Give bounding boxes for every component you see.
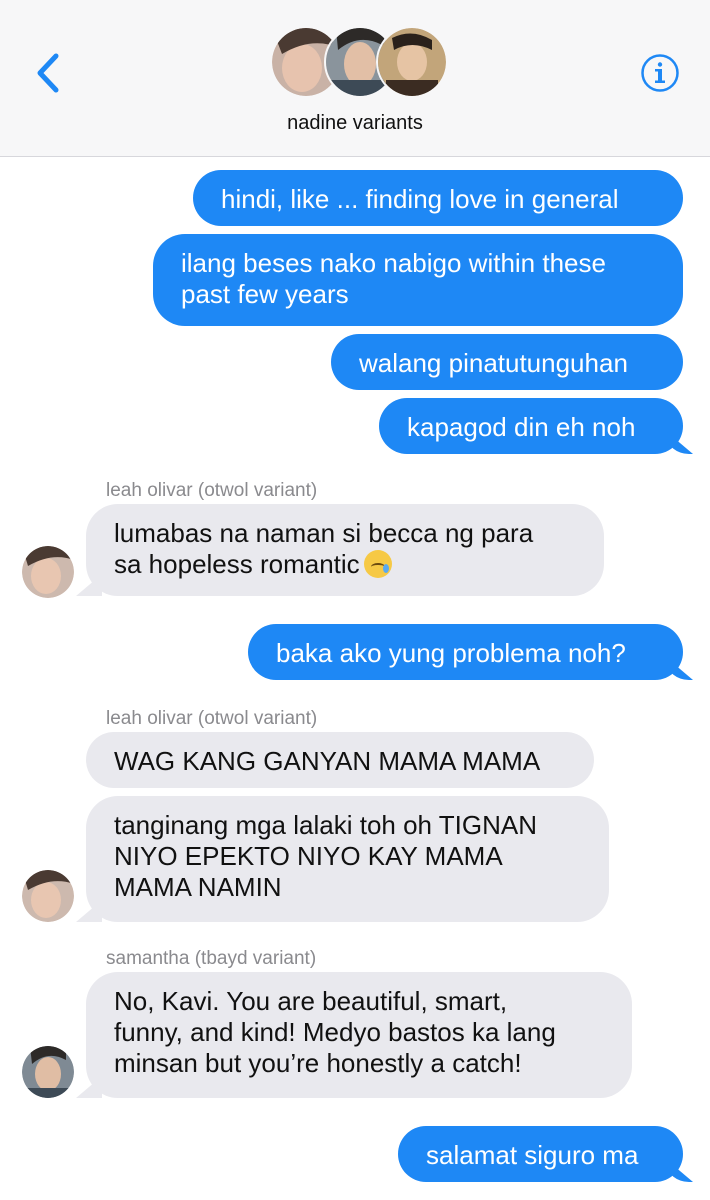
- group-avatars[interactable]: [270, 26, 448, 98]
- incoming-message[interactable]: tanginang mga lalaki toh oh TIGNAN NIYO …: [86, 796, 609, 922]
- conversation-header: nadine variants: [0, 0, 710, 157]
- outgoing-message[interactable]: kapagod din eh noh: [379, 398, 683, 454]
- incoming-message[interactable]: WAG KANG GANYAN MAMA MAMA: [86, 732, 594, 788]
- info-icon[interactable]: [640, 53, 680, 93]
- outgoing-message[interactable]: ilang beses nako nabigo within these pas…: [153, 234, 683, 326]
- sender-name: samantha (tbayd variant): [106, 948, 317, 969]
- sender-name: leah olivar (otwol variant): [106, 480, 318, 501]
- outgoing-message[interactable]: walang pinatutunguhan: [331, 334, 683, 390]
- incoming-message[interactable]: No, Kavi. You are beautiful, smart, funn…: [86, 972, 632, 1098]
- message-text: lumabas na naman si becca ng para sa hop…: [114, 518, 534, 579]
- sender-name: leah olivar (otwol variant): [106, 708, 318, 729]
- incoming-message[interactable]: lumabas na naman si becca ng para sa hop…: [86, 504, 604, 596]
- crying-face-icon: [363, 550, 392, 578]
- back-chevron-icon[interactable]: [30, 50, 66, 96]
- message-thread[interactable]: hindi, like ... finding love in general …: [0, 156, 710, 1200]
- sender-avatar[interactable]: [22, 870, 74, 922]
- outgoing-message[interactable]: baka ako yung problema noh?: [248, 624, 683, 680]
- outgoing-message[interactable]: hindi, like ... finding love in general: [193, 170, 683, 226]
- outgoing-message[interactable]: salamat siguro ma: [398, 1126, 683, 1182]
- member-avatar-3: [376, 26, 448, 98]
- sender-avatar[interactable]: [22, 1046, 74, 1098]
- sender-avatar[interactable]: [22, 546, 74, 598]
- group-name[interactable]: nadine variants: [0, 112, 710, 135]
